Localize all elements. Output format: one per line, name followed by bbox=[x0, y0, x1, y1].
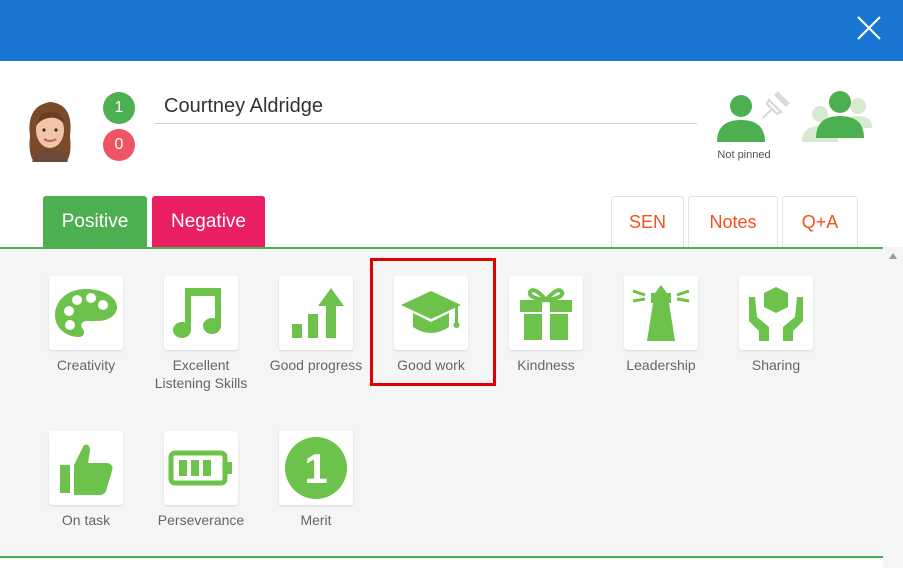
tab-qa[interactable]: Q+A bbox=[782, 196, 858, 247]
behaviour-icon-box bbox=[279, 276, 353, 350]
person-pin-icon bbox=[717, 91, 790, 142]
behaviour-label: Leadership bbox=[626, 357, 696, 373]
student-name-field[interactable] bbox=[154, 86, 697, 124]
behaviour-icon-box bbox=[49, 431, 123, 505]
hands-box-icon bbox=[749, 287, 803, 341]
behaviour-good-work[interactable]: Good work bbox=[376, 276, 486, 374]
pin-status-label: Not pinned bbox=[717, 149, 771, 161]
merit-one-icon: 1 bbox=[285, 437, 347, 499]
battery-icon bbox=[168, 450, 232, 486]
behaviour-creativity[interactable]: Creativity bbox=[31, 276, 141, 374]
avatar bbox=[22, 96, 78, 162]
behaviour-label: Good progress bbox=[269, 357, 363, 373]
behaviour-merit[interactable]: 1 Merit bbox=[261, 431, 371, 529]
behaviour-icon-box bbox=[624, 276, 698, 350]
group-button[interactable] bbox=[800, 88, 876, 144]
behaviour-excellent-listening-skills[interactable]: Excellent Listening Skills bbox=[146, 276, 256, 392]
dialog-title-bar bbox=[0, 0, 903, 61]
behaviour-label: Kindness bbox=[517, 357, 575, 373]
behaviour-icon-box bbox=[49, 276, 123, 350]
behaviour-label: Creativity bbox=[56, 357, 116, 373]
behaviour-icon-box bbox=[509, 276, 583, 350]
tab-notes[interactable]: Notes bbox=[688, 196, 778, 247]
tab-positive[interactable]: Positive bbox=[43, 196, 147, 247]
tab-sen[interactable]: SEN bbox=[611, 196, 684, 247]
svg-text:1: 1 bbox=[304, 445, 327, 492]
behaviour-leadership[interactable]: Leadership bbox=[606, 276, 716, 374]
bar-chart-up-icon bbox=[292, 288, 344, 338]
behaviour-icon-box bbox=[394, 276, 468, 350]
gift-icon bbox=[520, 288, 572, 340]
pin-button[interactable]: Not pinned bbox=[709, 88, 795, 164]
palette-icon bbox=[55, 289, 117, 337]
lighthouse-icon bbox=[632, 285, 690, 341]
behaviour-label: Good work bbox=[397, 357, 465, 373]
behaviour-label: Excellent Listening Skills bbox=[154, 357, 248, 391]
group-icon bbox=[802, 91, 872, 142]
behaviour-icon-box bbox=[164, 276, 238, 350]
tab-negative[interactable]: Negative bbox=[152, 196, 265, 247]
behaviour-icon-box: 1 bbox=[279, 431, 353, 505]
negative-count-badge: 0 bbox=[103, 129, 135, 161]
thumbs-up-icon bbox=[60, 444, 113, 495]
behaviour-good-progress[interactable]: Good progress bbox=[261, 276, 371, 374]
close-icon bbox=[857, 16, 881, 40]
behaviour-icon-box bbox=[164, 431, 238, 505]
behaviour-perseverance[interactable]: Perseverance bbox=[146, 431, 256, 529]
behaviour-label: Merit bbox=[300, 512, 332, 528]
behaviour-label: Sharing bbox=[751, 357, 801, 373]
scroll-up-arrow-icon[interactable] bbox=[889, 253, 897, 259]
graduation-cap-icon bbox=[401, 291, 461, 333]
behaviour-sharing[interactable]: Sharing bbox=[721, 276, 831, 374]
behaviour-icon-box bbox=[739, 276, 813, 350]
scrollbar[interactable] bbox=[883, 247, 903, 568]
close-button[interactable] bbox=[855, 14, 883, 42]
behaviour-on-task[interactable]: On task bbox=[31, 431, 141, 529]
music-note-icon bbox=[173, 288, 221, 338]
positive-count-badge: 1 bbox=[103, 92, 135, 124]
panel-footer bbox=[0, 558, 883, 568]
behaviour-kindness[interactable]: Kindness bbox=[491, 276, 601, 374]
behaviour-label: Perseverance bbox=[157, 512, 245, 528]
behaviour-label: On task bbox=[61, 512, 111, 528]
